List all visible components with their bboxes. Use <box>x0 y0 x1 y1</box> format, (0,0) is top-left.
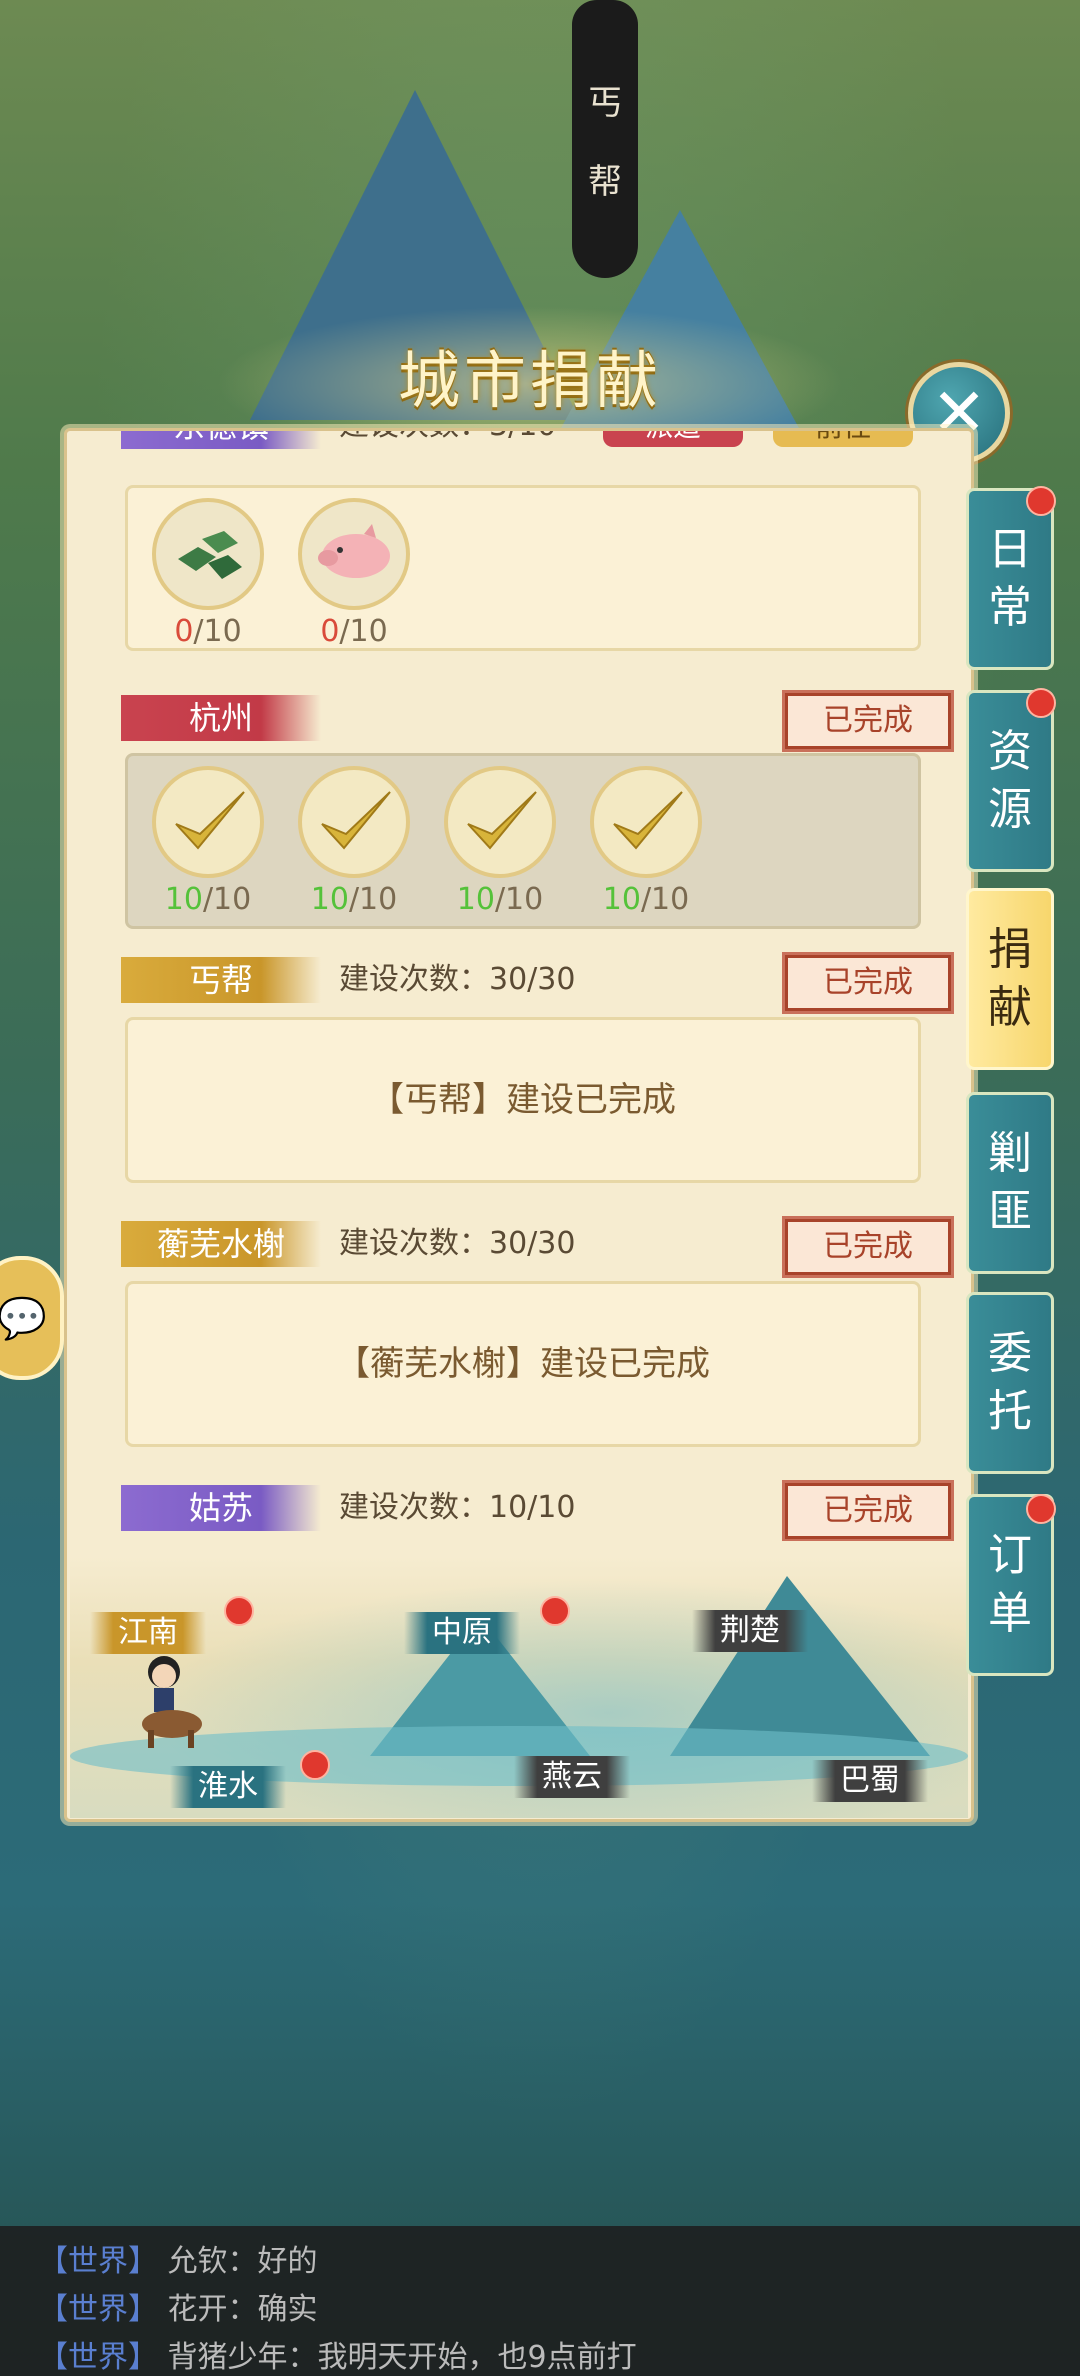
completed-stamp: 已完成 <box>782 952 954 1014</box>
have-count: 10 <box>456 882 495 917</box>
material-item-pig[interactable]: 0/10 <box>298 498 410 649</box>
notification-dot <box>224 1596 254 1626</box>
region-jingchu[interactable]: 荆楚 <box>692 1610 808 1652</box>
tab-label: 订单 <box>988 1530 1032 1639</box>
city-name-tag: 杭州 <box>121 695 321 741</box>
need-count: /10 <box>339 614 388 649</box>
completed-message: 【丐帮】建设已完成 <box>370 1080 676 1120</box>
region-yanyun[interactable]: 燕云 <box>514 1756 630 1798</box>
chat-text: 允钦：好的 <box>167 2244 318 2279</box>
have-count: 0 <box>174 614 194 649</box>
completed-stamp: 已完成 <box>782 1480 954 1541</box>
material-item-2: 10/10 <box>298 766 410 917</box>
region-zhongyuan[interactable]: 中原 <box>404 1612 520 1654</box>
check-icon <box>152 766 264 878</box>
city-header-hangzhou: 杭州 已完成 <box>67 690 971 752</box>
chat-message: 【世界】 允钦：好的 <box>38 2236 318 2280</box>
check-icon <box>444 766 556 878</box>
notification-dot <box>300 1750 330 1780</box>
dialog-title: 城市捐献 <box>397 344 662 417</box>
banner-char-1: 丐 <box>588 83 622 123</box>
chat-bubble-button[interactable]: 💬 <box>0 1256 64 1380</box>
chat-message: 【世界】 背猪少年：我明天开始，也9点前打 <box>38 2332 637 2376</box>
tab-label: 日常 <box>988 524 1032 633</box>
city-name-tag: 蘅芜水榭 <box>121 1221 321 1267</box>
tab-label: 资源 <box>988 726 1032 835</box>
material-box-completed: 10/10 10/10 10/10 10/10 <box>125 753 921 929</box>
chat-text: 背猪少年：我明天开始，也9点前打 <box>167 2340 637 2375</box>
completed-message: 【蘅芜水榭】建设已完成 <box>336 1344 710 1384</box>
region-jiangnan[interactable]: 江南 <box>90 1612 206 1654</box>
notification-dot <box>1026 688 1056 718</box>
notification-dot <box>1026 486 1056 516</box>
tab-label: 剿匪 <box>988 1128 1032 1237</box>
city-header-hengwu: 蘅芜水榭 建设次数：30/30 已完成 <box>67 1216 971 1278</box>
city-name-tag: 丐帮 <box>121 957 321 1003</box>
material-box: 0/10 0/10 <box>125 485 921 651</box>
have-count: 10 <box>602 882 641 917</box>
need-count: /10 <box>640 882 690 917</box>
need-count: /10 <box>202 882 252 917</box>
chat-channel: 【世界】 <box>38 2244 158 2279</box>
tab-bandits[interactable]: 剿匪 <box>966 1092 1054 1274</box>
city-name-tag: 东德镇 <box>121 431 321 449</box>
chat-icon: 💬 <box>0 1295 47 1342</box>
material-item-jade[interactable]: 0/10 <box>152 498 264 649</box>
jade-ore-icon <box>152 498 264 610</box>
goto-button[interactable]: 前往 <box>773 431 913 447</box>
player-avatar-on-horse <box>128 1650 208 1750</box>
city-list[interactable]: 东德镇 建设次数：3/10 派遣 前往 0/10 0/10 <box>67 431 971 1541</box>
need-count: /10 <box>494 882 544 917</box>
completed-stamp: 已完成 <box>782 1216 954 1278</box>
have-count: 10 <box>164 882 203 917</box>
material-item-1: 10/10 <box>152 766 264 917</box>
pig-icon <box>298 498 410 610</box>
gaibang-hanging-banner: 丐 帮 <box>572 0 638 278</box>
completed-message-box: 【丐帮】建设已完成 <box>125 1017 921 1183</box>
have-count: 10 <box>310 882 349 917</box>
build-count: 建设次数：3/10 <box>339 431 556 449</box>
tab-label: 委托 <box>988 1328 1032 1437</box>
region-bashu[interactable]: 巴蜀 <box>812 1760 928 1802</box>
completed-message-box: 【蘅芜水榭】建设已完成 <box>125 1281 921 1447</box>
city-header-partial: 东德镇 建设次数：3/10 派遣 前往 <box>67 431 971 449</box>
banner-char-2: 帮 <box>588 162 622 202</box>
notification-dot <box>540 1596 570 1626</box>
city-header-gusu: 姑苏 建设次数：10/10 已完成 <box>67 1480 971 1541</box>
completed-stamp: 已完成 <box>782 690 954 752</box>
material-item-3: 10/10 <box>444 766 556 917</box>
have-count: 0 <box>320 614 340 649</box>
need-count: /10 <box>348 882 398 917</box>
material-item-4: 10/10 <box>590 766 702 917</box>
dispatch-button[interactable]: 派遣 <box>603 431 743 447</box>
notification-dot <box>1026 1494 1056 1524</box>
need-count: /10 <box>193 614 242 649</box>
city-header-gaibang: 丐帮 建设次数：30/30 已完成 <box>67 952 971 1014</box>
tab-commission[interactable]: 委托 <box>966 1292 1054 1474</box>
chat-channel: 【世界】 <box>38 2340 158 2375</box>
tab-donate[interactable]: 捐献 <box>966 888 1054 1070</box>
build-count: 建设次数：10/10 <box>339 1490 576 1525</box>
check-icon <box>590 766 702 878</box>
tab-label: 捐献 <box>988 924 1032 1033</box>
city-name-tag: 姑苏 <box>121 1485 321 1531</box>
world-chat-panel[interactable]: 【世界】 允钦：好的 【世界】 花开：确实 【世界】 背猪少年：我明天开始，也9… <box>0 2226 1080 2376</box>
check-icon <box>298 766 410 878</box>
chat-message: 【世界】 花开：确实 <box>38 2284 318 2328</box>
build-count: 建设次数：30/30 <box>339 1226 576 1261</box>
build-count: 建设次数：30/30 <box>339 962 576 997</box>
region-huaishui[interactable]: 淮水 <box>170 1766 286 1808</box>
chat-channel: 【世界】 <box>38 2292 158 2327</box>
chat-text: 花开：确实 <box>167 2292 318 2327</box>
